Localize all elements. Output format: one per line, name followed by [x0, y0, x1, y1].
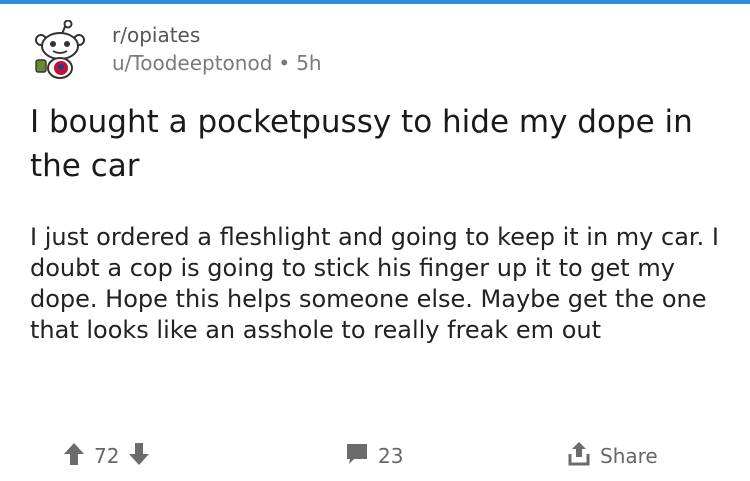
post-title[interactable]: I bought a pocketpussy to hide my dope i…: [30, 100, 720, 188]
vote-control: 72: [62, 436, 151, 476]
separator-dot: •: [278, 51, 291, 75]
share-button[interactable]: Share: [566, 436, 658, 476]
comment-bubble-icon: [344, 441, 370, 472]
post-header: r/opiates u/Toodeeptonod • 5h: [32, 18, 632, 82]
subreddit-name[interactable]: r/opiates: [112, 22, 322, 48]
post-age: 5h: [296, 51, 322, 75]
vote-score: 72: [94, 444, 120, 468]
upvote-arrow-icon[interactable]: [62, 441, 86, 472]
post-actions-bar: 72 23 Share: [0, 436, 750, 476]
comment-count: 23: [378, 444, 404, 468]
comments-button[interactable]: 23: [344, 436, 403, 476]
post-byline: u/Toodeeptonod • 5h: [112, 50, 322, 76]
share-label: Share: [600, 444, 658, 468]
post-body: I just ordered a fleshlight and going to…: [30, 223, 719, 344]
snoo-avatar-icon[interactable]: [32, 19, 88, 80]
top-accent-bar: [0, 0, 750, 4]
downvote-arrow-icon[interactable]: [127, 441, 151, 472]
share-icon: [566, 440, 592, 473]
author-username[interactable]: u/Toodeeptonod: [112, 51, 272, 75]
post-meta: r/opiates u/Toodeeptonod • 5h: [112, 22, 322, 76]
